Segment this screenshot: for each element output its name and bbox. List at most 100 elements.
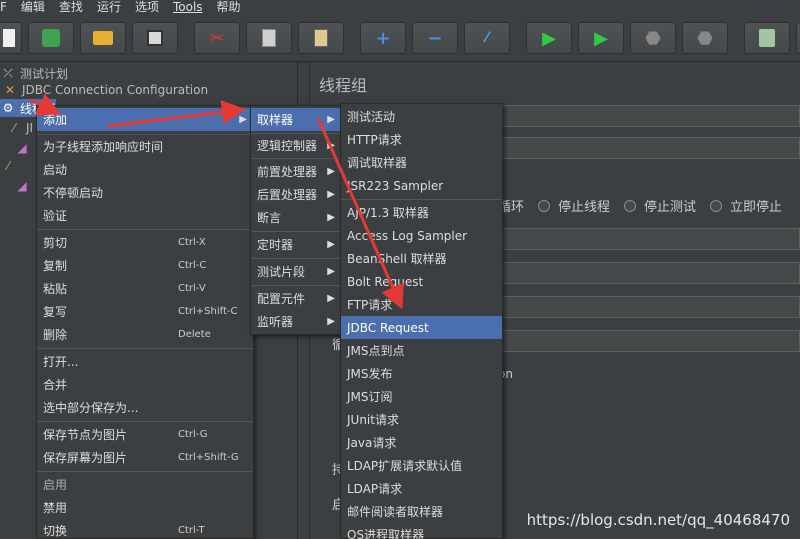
menu-item-label: 验证 [43, 209, 68, 223]
sampler-item-mail-reader[interactable]: 邮件阅读者取样器 [341, 500, 502, 523]
collapse-button[interactable]: − [412, 22, 458, 54]
comment-field[interactable] [502, 137, 800, 159]
sampler-item-access-log[interactable]: Access Log Sampler [341, 224, 502, 247]
sampler-item-ldap[interactable]: LDAP请求 [341, 477, 502, 500]
tree-node-listener-1[interactable]: ◢ [14, 139, 34, 157]
num-threads-field[interactable] [502, 262, 800, 284]
loop-count-field[interactable] [502, 330, 800, 352]
menu-item-validate[interactable]: 验证 [37, 204, 253, 227]
stop-button[interactable]: ⬣ [630, 22, 676, 54]
panel-title: 线程组 [319, 76, 368, 95]
menu-item-label: Java请求 [347, 436, 397, 450]
menu-item-shortcut: Ctrl-C [178, 260, 207, 271]
menu-item-save-node-image[interactable]: 保存节点为图片 Ctrl-G [37, 423, 253, 446]
clear-button[interactable] [744, 22, 790, 54]
menu-separator [251, 285, 341, 286]
submenu-item-sampler[interactable]: 取样器 ▶ [251, 108, 341, 131]
menu-item-copy[interactable]: 复制 Ctrl-C [37, 254, 253, 277]
sampler-item-jdbc-request[interactable]: JDBC Request [341, 316, 502, 339]
cut-button[interactable]: ✂ [194, 22, 240, 54]
submenu-item-listener[interactable]: 监听器 ▶ [251, 310, 341, 333]
menu-item-start-no-pause[interactable]: 不停顿启动 [37, 181, 253, 204]
menu-item-label: BeanShell 取样器 [347, 252, 447, 266]
submenu-item-assertion[interactable]: 断言 ▶ [251, 206, 341, 229]
tree-node-jdbc-config[interactable]: ✕ JDBC Connection Configuration [2, 81, 208, 99]
menu-item-label: 取样器 [257, 113, 294, 127]
menu-item-paste[interactable]: 粘贴 Ctrl-V [37, 277, 253, 300]
sampler-item-jms-subscriber[interactable]: JMS订阅 [341, 385, 502, 408]
menu-options[interactable]: 选项 [135, 1, 159, 13]
tree-node-test-plan[interactable]: ⤫ 测试计划 [0, 64, 68, 82]
menu-file-partial[interactable]: F [0, 1, 7, 13]
start-no-pause-button[interactable]: ▶ [578, 22, 624, 54]
listener-icon: ◢ [17, 141, 27, 155]
sampler-item-http[interactable]: HTTP请求 [341, 128, 502, 151]
name-field[interactable] [502, 105, 800, 127]
sampler-item-debug[interactable]: 调试取样器 [341, 151, 502, 174]
sampler-item-jsr223[interactable]: JSR223 Sampler [341, 174, 502, 197]
submenu-arrow-icon: ▶ [327, 316, 335, 327]
shutdown-button[interactable]: ⬣ [682, 22, 728, 54]
menu-help[interactable]: 帮助 [217, 1, 241, 13]
submenu-item-logic-controller[interactable]: 逻辑控制器 ▶ [251, 134, 341, 157]
menu-item-add[interactable]: 添加 ▶ [37, 108, 253, 131]
sampler-item-beanshell[interactable]: BeanShell 取样器 [341, 247, 502, 270]
copy-button[interactable] [246, 22, 292, 54]
menu-item-merge[interactable]: 合并 [37, 373, 253, 396]
submenu-item-test-fragment[interactable]: 测试片段 ▶ [251, 260, 341, 283]
menu-item-add-response-time[interactable]: 为子线程添加响应时间 [37, 135, 253, 158]
open-button[interactable] [80, 22, 126, 54]
menu-edit[interactable]: 编辑 [21, 1, 45, 13]
sampler-item-os-process[interactable]: OS进程取样器 [341, 523, 502, 539]
menu-item-open[interactable]: 打开... [37, 350, 253, 373]
menu-separator [251, 158, 341, 159]
menu-item-enable[interactable]: 启用 [37, 473, 253, 496]
menu-item-save-screen-image[interactable]: 保存屏幕为图片 Ctrl+Shift-G [37, 446, 253, 469]
menu-item-toggle[interactable]: 切换 Ctrl-T [37, 519, 253, 539]
menu-item-label: 选中部分保存为... [43, 401, 139, 415]
menu-tools[interactable]: Tools [173, 1, 203, 13]
sampler-item-jms-publisher[interactable]: JMS发布 [341, 362, 502, 385]
tree-node-listener-3[interactable]: ◢ [14, 177, 34, 195]
sampler-item-ajp[interactable]: AJP/1.3 取样器 [341, 201, 502, 224]
menu-item-cut[interactable]: 剪切 Ctrl-X [37, 231, 253, 254]
submenu-item-timer[interactable]: 定时器 ▶ [251, 233, 341, 256]
submenu-arrow-icon: ▶ [327, 239, 335, 250]
new-button[interactable] [0, 22, 22, 54]
submenu-item-post-processor[interactable]: 后置处理器 ▶ [251, 183, 341, 206]
toggle-button[interactable]: ⁄ [464, 22, 510, 54]
radio-stop-now[interactable] [710, 199, 723, 212]
sampler-item-junit[interactable]: JUnit请求 [341, 408, 502, 431]
save-button[interactable] [132, 22, 178, 54]
sampler-item-ldap-extended[interactable]: LDAP扩展请求默认值 [341, 454, 502, 477]
tree-node-sampler[interactable]: ⁄ JI [6, 119, 33, 137]
menu-item-label: 后置处理器 [257, 188, 318, 202]
sampler-item-java[interactable]: Java请求 [341, 431, 502, 454]
submenu-item-config-element[interactable]: 配置元件 ▶ [251, 287, 341, 310]
menu-item-label: 测试活动 [347, 110, 396, 124]
sampler-submenu: 测试活动 HTTP请求 调试取样器 JSR223 Sampler AJP/1.3… [340, 103, 503, 539]
clear-all-button[interactable] [796, 22, 800, 54]
ramp-up-field[interactable] [502, 296, 800, 318]
menu-item-delete[interactable]: 删除 Delete [37, 323, 253, 346]
menu-item-start[interactable]: 启动 [37, 158, 253, 181]
menu-search[interactable]: 查找 [59, 1, 83, 13]
paste-button[interactable] [298, 22, 344, 54]
templates-button[interactable] [28, 22, 74, 54]
menu-item-save-selection-as[interactable]: 选中部分保存为... [37, 396, 253, 419]
start-button[interactable]: ▶ [526, 22, 572, 54]
menu-item-disable[interactable]: 禁用 [37, 496, 253, 519]
sampler-item-jms-p2p[interactable]: JMS点到点 [341, 339, 502, 362]
menu-item-shortcut: Ctrl-G [178, 429, 208, 440]
sampler-item-bolt[interactable]: Bolt Request [341, 270, 502, 293]
radio-stop-thread[interactable] [538, 199, 551, 212]
expand-button[interactable]: + [360, 22, 406, 54]
sampler-item-flow-control[interactable]: 测试活动 [341, 105, 502, 128]
tree-node-listener-2[interactable]: ⁄ [0, 157, 20, 175]
toolbar: ✂ + − ⁄ ▶ ▶ ⬣ ⬣ [0, 14, 800, 62]
sampler-item-ftp[interactable]: FTP请求 [341, 293, 502, 316]
radio-stop-test[interactable] [624, 199, 637, 212]
submenu-item-pre-processor[interactable]: 前置处理器 ▶ [251, 160, 341, 183]
menu-run[interactable]: 运行 [97, 1, 121, 13]
menu-item-duplicate[interactable]: 复写 Ctrl+Shift-C [37, 300, 253, 323]
